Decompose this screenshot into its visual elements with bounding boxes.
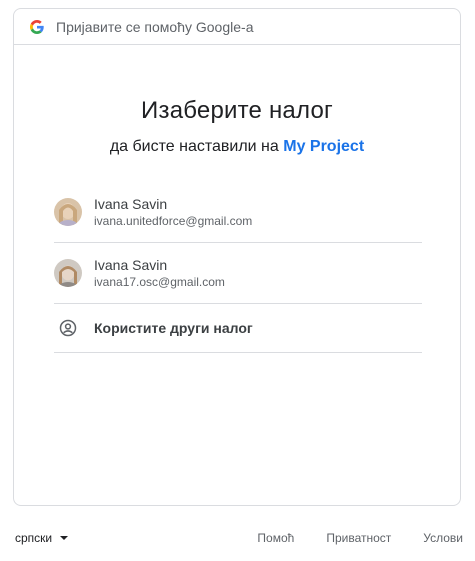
page-title: Изаберите налог — [141, 97, 333, 124]
card-header: Пријавите се помоћу Google-а — [14, 9, 460, 45]
language-selector[interactable]: српски — [15, 531, 69, 545]
avatar — [54, 259, 82, 287]
project-link[interactable]: My Project — [283, 138, 364, 155]
privacy-link[interactable]: Приватност — [326, 531, 391, 545]
account-circle-icon — [54, 314, 82, 342]
use-another-account-label: Користите други налог — [94, 320, 253, 336]
language-label: српски — [15, 531, 53, 545]
page-subtitle: да бисте наставили на My Project — [14, 138, 460, 156]
header-text: Пријавите се помоћу Google-а — [56, 18, 254, 35]
account-email: ivana.unitedforce@gmail.com — [94, 214, 253, 228]
account-text: Ivana Savin ivana.unitedforce@gmail.com — [94, 195, 252, 229]
footer-links: Помоћ Приватност Услови — [225, 531, 463, 545]
account-chooser-card: Пријавите се помоћу Google-а Изаберите н… — [13, 8, 461, 506]
account-email: ivana17.osc@gmail.com — [94, 275, 225, 289]
footer: српски Помоћ Приватност Услови — [15, 531, 463, 549]
account-name: Ivana Savin — [94, 257, 168, 273]
use-another-account-button[interactable]: Користите други налог — [54, 304, 422, 353]
subtitle-prefix: да бисте наставили на — [109, 138, 279, 155]
google-g-icon — [30, 19, 44, 34]
account-item-1[interactable]: Ivana Savin ivana.unitedforce@gmail.com — [54, 182, 422, 243]
account-name: Ivana Savin — [94, 196, 168, 212]
help-link[interactable]: Помоћ — [257, 531, 294, 545]
terms-link[interactable]: Услови — [423, 531, 463, 545]
avatar — [54, 198, 82, 226]
caret-down-icon — [60, 536, 69, 540]
account-text: Ivana Savin ivana17.osc@gmail.com — [94, 256, 225, 290]
account-item-2[interactable]: Ivana Savin ivana17.osc@gmail.com — [54, 243, 422, 304]
account-list: Ivana Savin ivana.unitedforce@gmail.com … — [54, 182, 422, 353]
